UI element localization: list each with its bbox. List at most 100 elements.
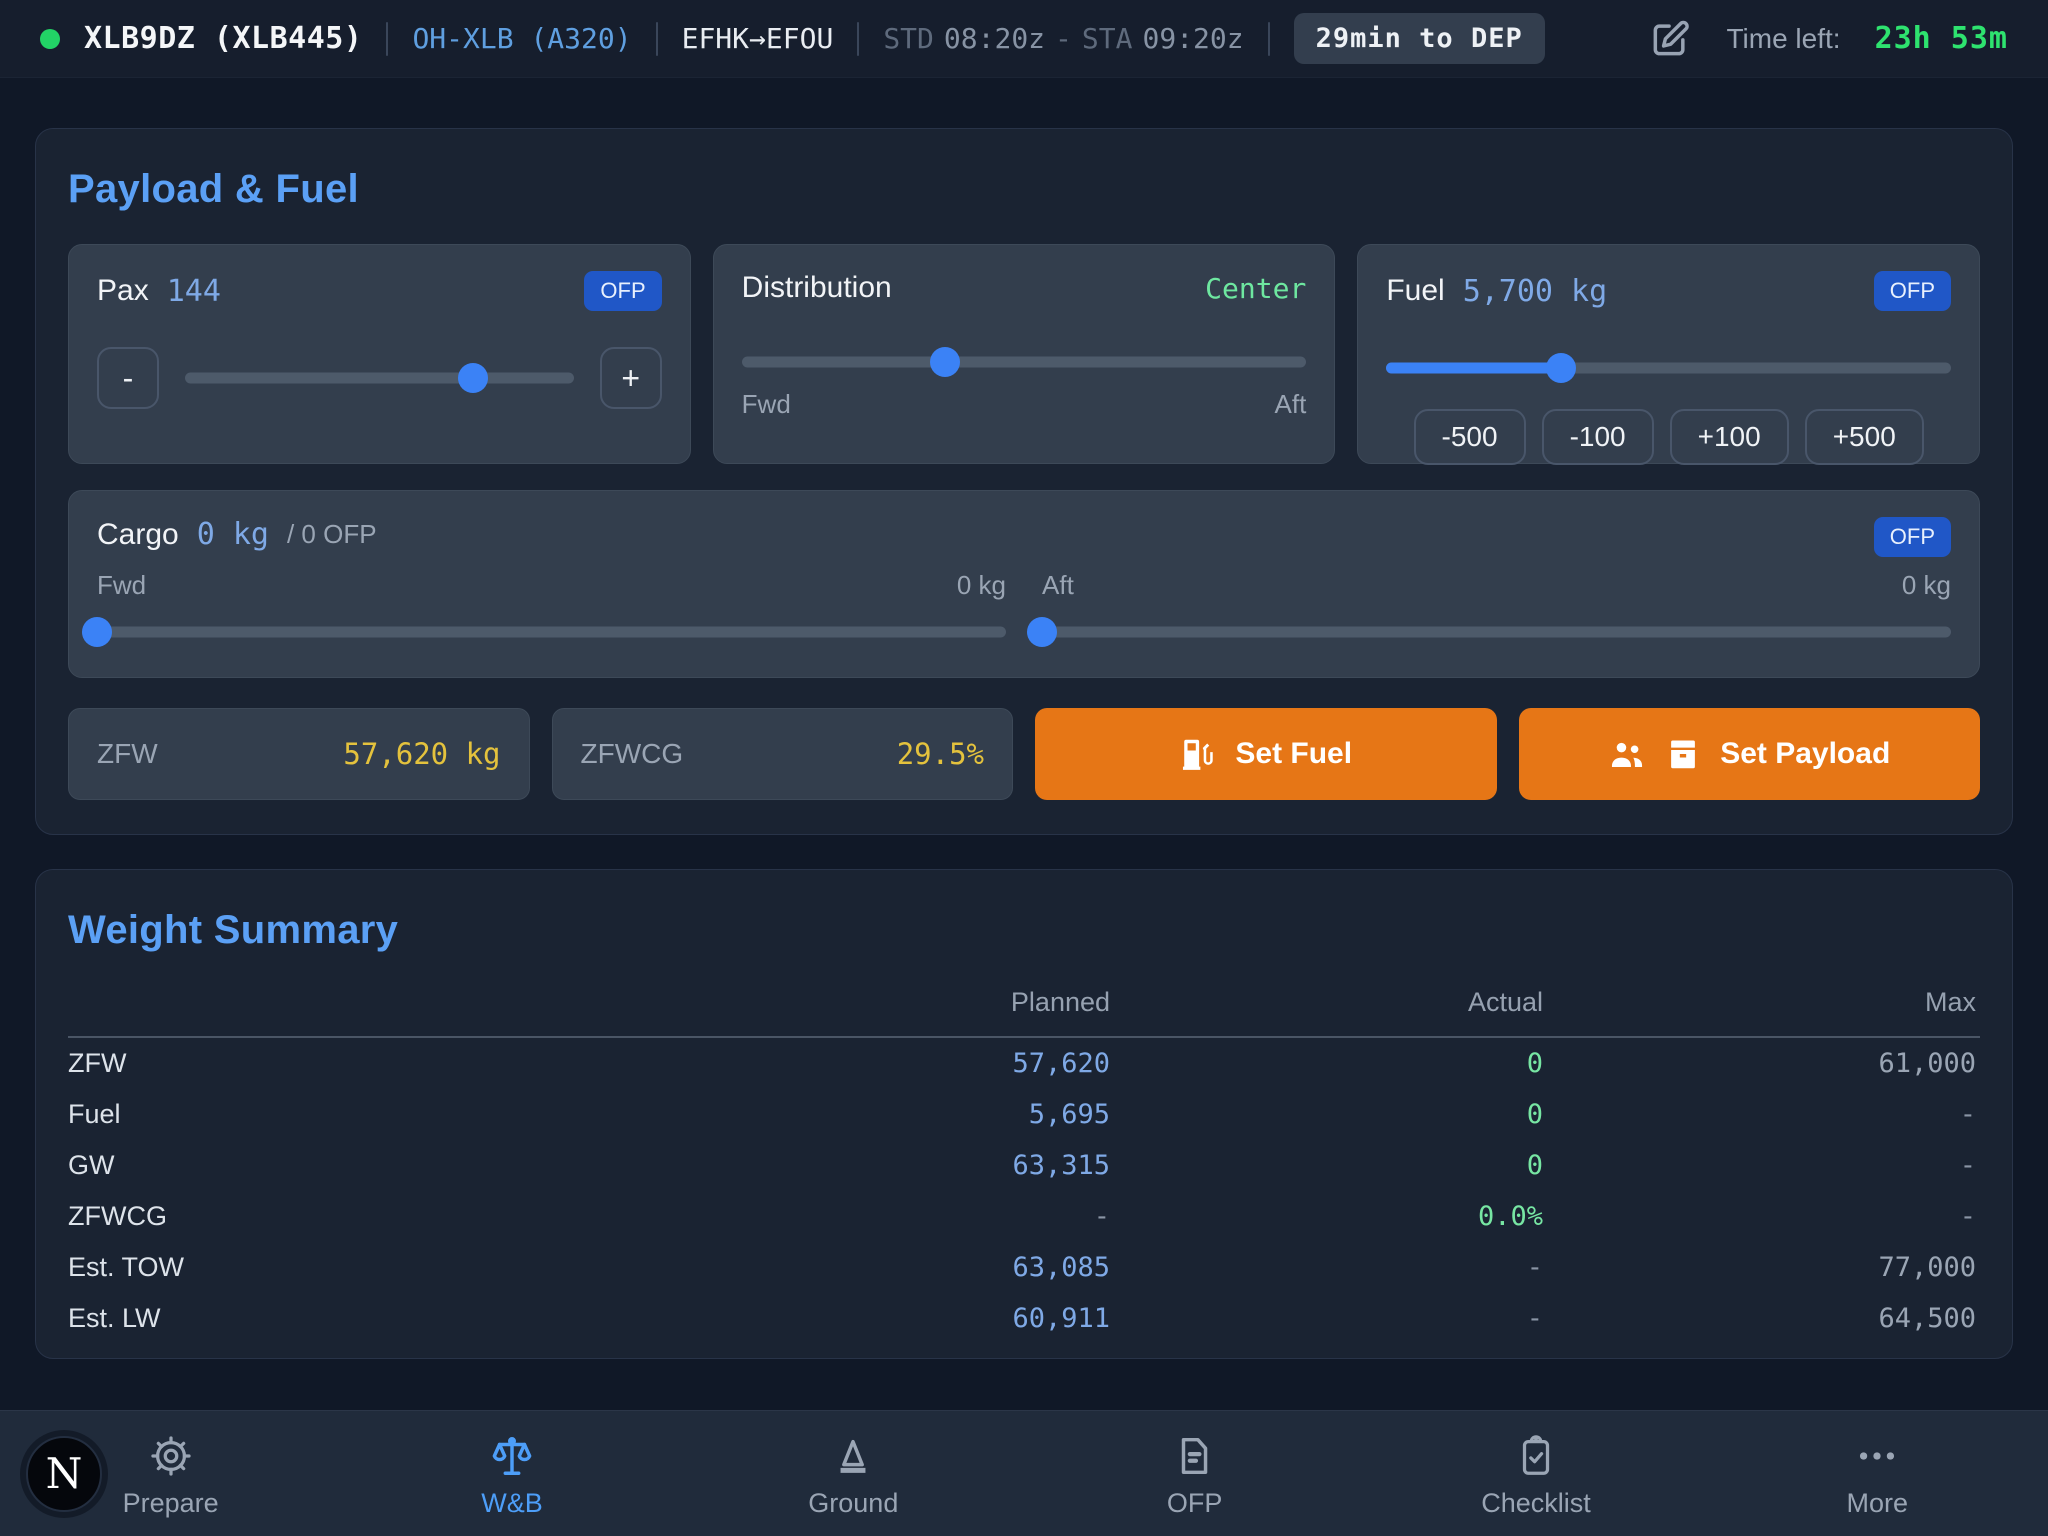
std-label: STD — [883, 22, 934, 55]
divider — [857, 22, 859, 56]
aircraft-registration: OH-XLB (A320) — [412, 22, 631, 55]
distribution-tile: Distribution Center Fwd Aft — [713, 244, 1336, 464]
pax-slider-track[interactable] — [185, 373, 574, 384]
divider — [386, 22, 388, 56]
distribution-aft-label: Aft — [1275, 389, 1307, 420]
zfw-stat-value: 57,620 kg — [343, 737, 500, 771]
set-fuel-label: Set Fuel — [1235, 737, 1352, 771]
nav-item-more[interactable]: More — [1707, 1429, 2048, 1519]
distribution-label: Distribution — [742, 271, 892, 305]
top-status-bar: XLB9DZ (XLB445) OH-XLB (A320) EFHK→EFOU … — [0, 0, 2048, 78]
table-row-est-lw: Est. LW 60,911 - 64,500 — [68, 1293, 1980, 1344]
cargo-aft-slider-thumb[interactable] — [1027, 617, 1057, 647]
sta-time: 09:20z — [1142, 22, 1243, 55]
cargo-ofp-suffix: / 0 OFP — [287, 519, 377, 550]
sta-label: STA — [1082, 22, 1133, 55]
divider — [656, 22, 658, 56]
nav-item-checklist[interactable]: Checklist — [1365, 1429, 1706, 1519]
schedule-dash: - — [1055, 22, 1072, 55]
time-left-label: Time left: — [1726, 23, 1840, 55]
fuel-value: 5,700 kg — [1463, 274, 1608, 309]
cargo-tile: Cargo 0 kg / 0 OFP OFP Fwd 0 kg — [68, 490, 1980, 678]
distribution-value: Center — [1205, 272, 1306, 305]
cargo-box-icon — [1664, 735, 1702, 773]
fuel-plus-100-button[interactable]: +100 — [1670, 409, 1789, 465]
ellipsis-icon — [1854, 1433, 1900, 1479]
pax-ofp-badge[interactable]: OFP — [584, 271, 661, 311]
nav-item-ground[interactable]: Ground — [683, 1429, 1024, 1519]
bottom-navigation-bar: N Prepare W&B — [0, 1410, 2048, 1536]
set-payload-button[interactable]: Set Payload — [1519, 708, 1981, 800]
cargo-fwd-slider[interactable] — [97, 617, 1006, 647]
std-time: 08:20z — [944, 22, 1045, 55]
weight-summary-card: Weight Summary Planned Actual Max ZFW 57… — [35, 869, 2013, 1359]
fuel-minus-500-button[interactable]: -500 — [1414, 409, 1526, 465]
fuel-pump-icon — [1179, 735, 1217, 773]
gear-icon — [148, 1433, 194, 1479]
set-fuel-button[interactable]: Set Fuel — [1035, 708, 1497, 800]
fuel-slider-fill — [1386, 363, 1561, 374]
table-row-gw: GW 63,315 0 - — [68, 1140, 1980, 1191]
pax-increment-button[interactable]: + — [600, 347, 662, 409]
zfw-stat-tile: ZFW 57,620 kg — [68, 708, 530, 800]
distribution-slider[interactable] — [742, 347, 1307, 377]
edit-icon[interactable] — [1648, 17, 1692, 61]
flight-status-dot — [40, 29, 60, 49]
pax-slider-thumb[interactable] — [458, 363, 488, 393]
nav-item-ofp[interactable]: OFP — [1024, 1429, 1365, 1519]
cargo-fwd-slider-thumb[interactable] — [82, 617, 112, 647]
fuel-plus-500-button[interactable]: +500 — [1805, 409, 1924, 465]
weight-summary-table: Planned Actual Max ZFW 57,620 0 61,000 F… — [68, 987, 1980, 1344]
payload-fuel-card: Payload & Fuel Pax 144 OFP - — [35, 128, 2013, 835]
pax-slider[interactable] — [185, 363, 574, 393]
fuel-slider-thumb[interactable] — [1546, 353, 1576, 383]
cargo-fwd-value: 0 kg — [957, 570, 1006, 601]
clipboard-check-icon — [1513, 1433, 1559, 1479]
scale-icon — [489, 1433, 535, 1479]
passengers-icon — [1608, 735, 1646, 773]
cargo-fwd-slider-track[interactable] — [97, 627, 1006, 638]
schedule-times: STD 08:20z - STA 09:20z — [883, 22, 1243, 55]
cargo-label: Cargo — [97, 518, 179, 552]
nav-item-wb[interactable]: W&B — [341, 1429, 682, 1519]
app-logo-letter: N — [46, 1449, 83, 1498]
cone-icon — [830, 1433, 876, 1479]
set-payload-label: Set Payload — [1720, 737, 1890, 771]
fuel-slider[interactable] — [1386, 353, 1951, 383]
distribution-slider-track[interactable] — [742, 357, 1307, 368]
fuel-tile: Fuel 5,700 kg OFP -500 -100 +100 +500 — [1357, 244, 1980, 464]
pax-decrement-button[interactable]: - — [97, 347, 159, 409]
pax-value: 144 — [167, 274, 221, 309]
table-row-fuel: Fuel 5,695 0 - — [68, 1089, 1980, 1140]
cargo-aft-section: Aft 0 kg — [1042, 570, 1951, 647]
distribution-slider-thumb[interactable] — [930, 347, 960, 377]
app-logo[interactable]: N — [26, 1436, 102, 1512]
route: EFHK→EFOU — [682, 22, 834, 55]
table-row-est-tow: Est. TOW 63,085 - 77,000 — [68, 1242, 1980, 1293]
flight-callsign: XLB9DZ (XLB445) — [84, 21, 362, 56]
departure-countdown-badge: 29min to DEP — [1294, 13, 1545, 64]
column-header-max: Max — [1547, 987, 1980, 1037]
table-row-zfw: ZFW 57,620 0 61,000 — [68, 1037, 1980, 1089]
weight-summary-title: Weight Summary — [68, 908, 1980, 953]
distribution-fwd-label: Fwd — [742, 389, 791, 420]
cargo-fwd-label: Fwd — [97, 570, 146, 601]
payload-fuel-title: Payload & Fuel — [68, 167, 1980, 212]
fuel-ofp-badge[interactable]: OFP — [1874, 271, 1951, 311]
zfwcg-stat-tile: ZFWCG 29.5% — [552, 708, 1014, 800]
column-header-planned: Planned — [681, 987, 1114, 1037]
document-icon — [1172, 1433, 1218, 1479]
time-left-value: 23h 53m — [1875, 21, 2008, 56]
app-root: XLB9DZ (XLB445) OH-XLB (A320) EFHK→EFOU … — [0, 0, 2048, 1536]
zfwcg-stat-value: 29.5% — [897, 737, 984, 771]
zfw-stat-label: ZFW — [97, 738, 158, 770]
pax-tile: Pax 144 OFP - + — [68, 244, 691, 464]
cargo-aft-slider-track[interactable] — [1042, 627, 1951, 638]
cargo-ofp-badge[interactable]: OFP — [1874, 517, 1951, 557]
cargo-fwd-section: Fwd 0 kg — [97, 570, 1006, 647]
pax-label: Pax — [97, 274, 149, 308]
table-row-zfwcg: ZFWCG - 0.0% - — [68, 1191, 1980, 1242]
fuel-minus-100-button[interactable]: -100 — [1542, 409, 1654, 465]
column-header-actual: Actual — [1114, 987, 1547, 1037]
cargo-aft-slider[interactable] — [1042, 617, 1951, 647]
